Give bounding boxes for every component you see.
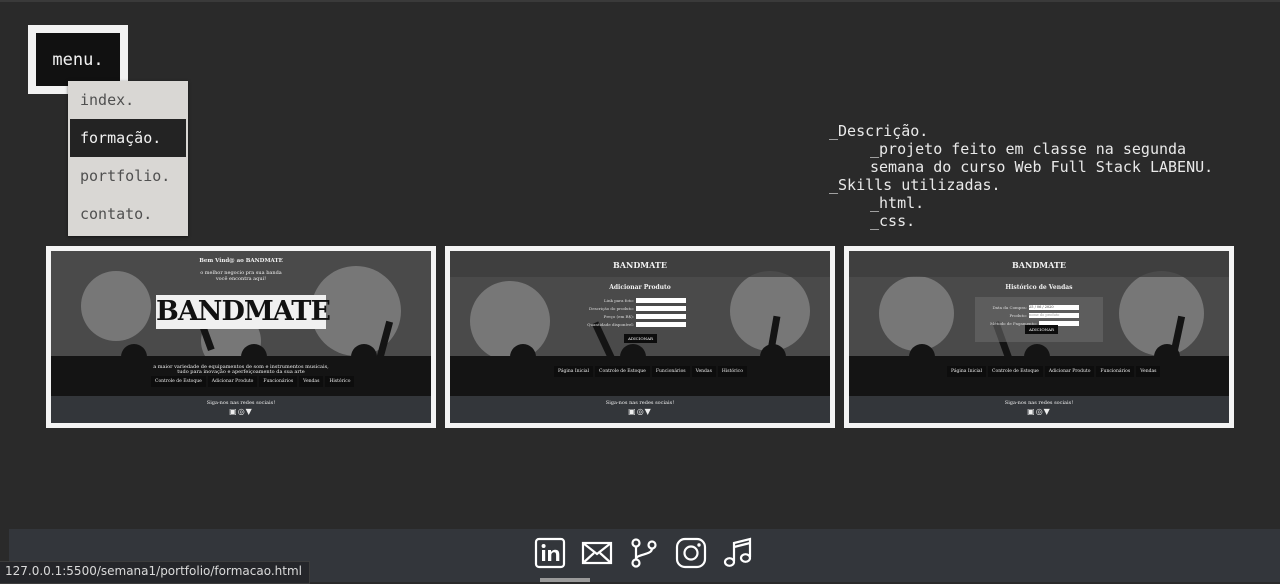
email-icon[interactable] [581,537,613,569]
menu-item-index[interactable]: index. [68,81,188,119]
home-nav: Controle de Estoque Adicionar Produto Fu… [151,376,355,387]
blurb-2: tudo para inovação e aperfeiçoamento da … [177,369,305,375]
field-label: Preço (em R$): [603,313,634,319]
project-screenshot-home[interactable]: Bem Vind@ ao BANDMATE o melhor negocio p… [46,246,436,428]
nav-item: Funcionários [1096,366,1135,377]
git-branch-icon[interactable] [628,537,660,569]
nav-item: Funcionários [259,376,298,387]
social-icons: ▣◎▼ [628,407,652,416]
add-button: ADICIONAR [624,334,657,343]
nav-item: Controle de Estoque [595,366,650,377]
nav-item: Funcionários [651,366,690,377]
description-line-1: _projeto feito em classe na segunda [870,140,1187,158]
menu-item-contato[interactable]: contato. [68,195,188,233]
field-label: Produto: [1009,312,1027,318]
nav-item: Vendas [299,376,324,387]
screenshot-home: Bem Vind@ ao BANDMATE o melhor negocio p… [51,251,431,423]
nav-item: Adicionar Produto [207,376,258,387]
date-field: 25 / 06 / 2020 [1029,304,1079,310]
nav-item: Página Inicial [554,366,594,377]
description-line-2: semana do curso Web Full Stack LABENU. [870,158,1214,176]
nav-item: Vendas [1136,366,1161,377]
instagram-icon[interactable] [675,537,707,569]
description-heading: _Descrição. [829,122,929,140]
social-icons: ▣◎▼ [229,407,253,416]
add-product-form: Link para foto: Descrição do produto: Pr… [580,296,686,328]
status-bar-url: 127.0.0.1:5500/semana1/portfolio/formaca… [0,561,310,584]
bandmate-logo: BANDMATE [613,260,667,270]
menu-item-formacao[interactable]: formação. [70,119,186,157]
field-label: Quantidade disponível: [587,321,634,327]
page-title: Adicionar Produto [609,284,671,291]
nav-item: Adicionar Produto [1044,366,1095,377]
welcome-text: Bem Vind@ ao BANDMATE [199,258,283,264]
field-label: Data da Compra: [992,304,1027,310]
screenshot-add-product: BANDMATE Adicionar Produto Link para fot… [450,251,830,423]
field-label: Descrição do produto: [589,305,634,311]
history-nav: Página Inicial Controle de Estoque Adici… [947,366,1161,377]
menu-dropdown: index. formação. portfolio. contato. [68,81,188,236]
nav-item: Histórico [325,376,355,387]
footer-social-links [534,537,754,569]
nav-item: Controle de Estoque [988,366,1043,377]
field-label: Link para foto: [604,297,634,303]
bandmate-logo: BANDMATE [156,295,331,329]
social-text: Siga-nos nas redes sociais! [1004,400,1074,406]
social-text: Siga-nos nas redes sociais! [605,400,675,406]
nav-item: Histórico [717,366,747,377]
project-screenshot-add-product[interactable]: BANDMATE Adicionar Produto Link para fot… [445,246,835,428]
skills-heading: _Skills utilizadas. [829,176,1001,194]
menu-item-portfolio[interactable]: portfolio. [68,157,188,195]
add-button: ADICIONAR [1025,325,1058,334]
product-field: nome do produto [1029,312,1079,318]
music-icon[interactable] [722,537,754,569]
social-icons: ▣◎▼ [1027,407,1051,416]
scroll-indicator [540,578,590,582]
add-product-nav: Página Inicial Controle de Estoque Funci… [554,366,747,377]
page-title: Histórico de Vendas [1005,284,1073,291]
top-border [0,0,1280,2]
skill-html: _html. [870,194,925,212]
history-form: Data da Compra: 25 / 06 / 2020 Produto: no… [979,303,1079,327]
project-description: _Descrição. _projeto feito em classe na … [829,122,1274,230]
project-screenshot-sales-history[interactable]: BANDMATE Histórico de Vendas Data da Com… [844,246,1234,428]
skill-css: _css. [870,212,916,230]
social-text: Siga-nos nas redes sociais! [206,400,276,406]
menu-button-label: menu. [52,49,104,70]
bandmate-logo: BANDMATE [1012,260,1066,270]
nav-item: Página Inicial [947,366,987,377]
screenshot-sales-history: BANDMATE Histórico de Vendas Data da Com… [849,251,1229,423]
nav-item: Controle de Estoque [151,376,206,387]
tagline-2: você encontra aqui! [215,276,267,282]
linkedin-icon[interactable] [534,537,566,569]
nav-item: Vendas [691,366,716,377]
